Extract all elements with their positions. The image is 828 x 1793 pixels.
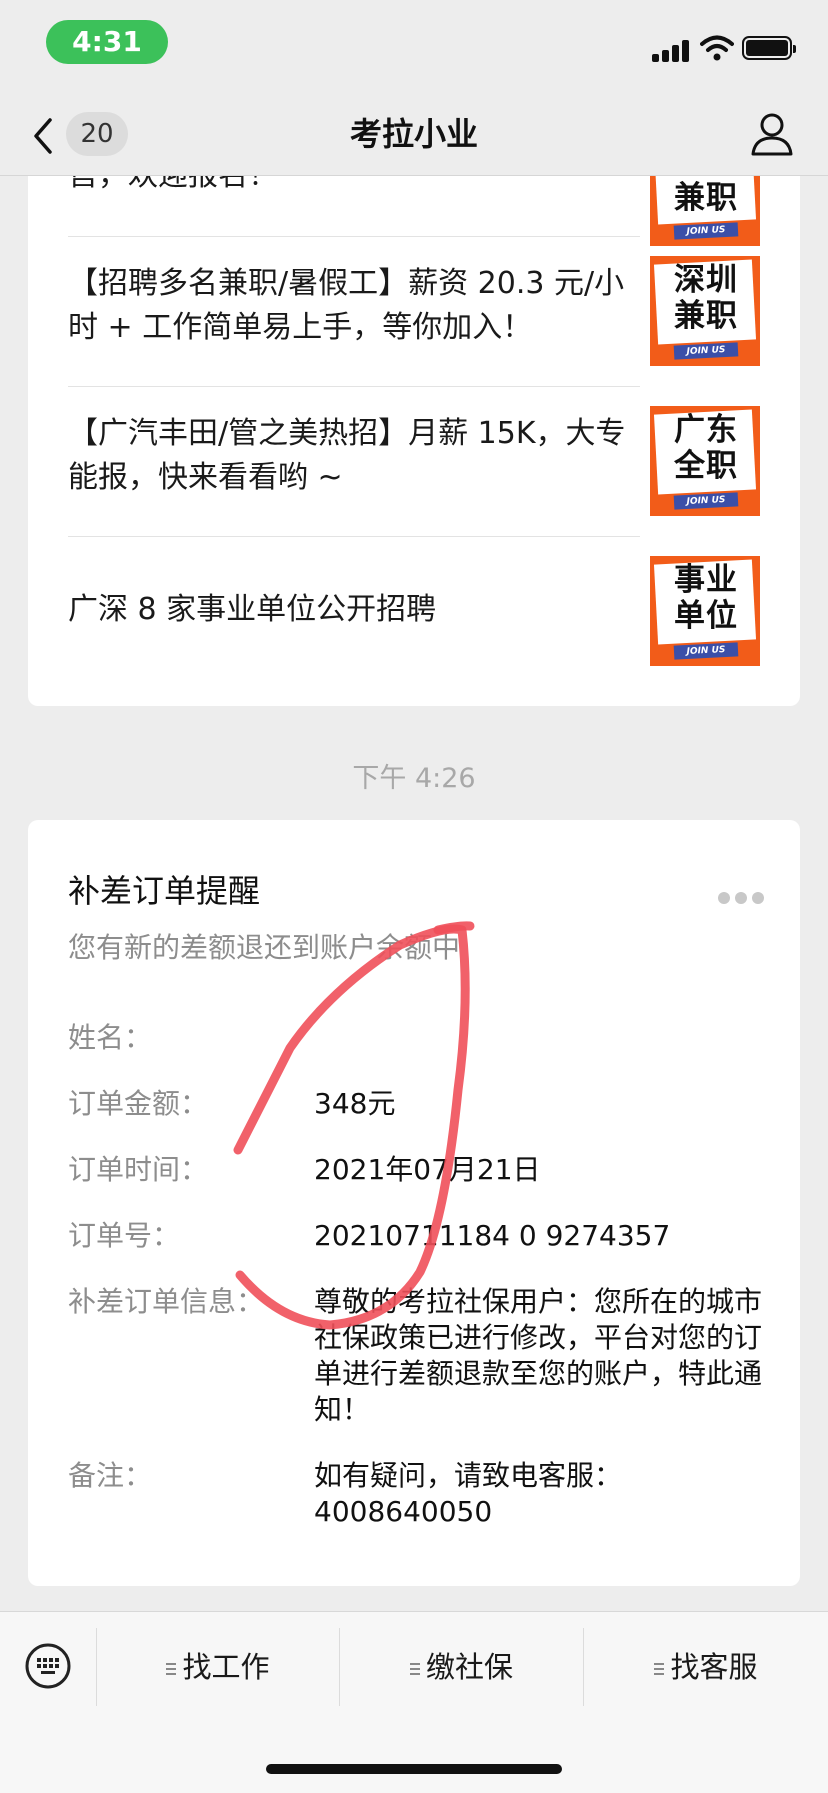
order-time-label: 订单时间： xyxy=(68,1153,209,1186)
menu-pay-social-security[interactable]: 缴社保 xyxy=(340,1612,583,1722)
order-number-value: 20210711184 0 9274357 xyxy=(314,1219,671,1252)
thumbnail-label: 兼职 xyxy=(674,180,738,216)
join-us-badge: JOIN US xyxy=(673,222,739,240)
menu-list-icon xyxy=(654,1663,665,1675)
thumbnail-label: 事业单位 xyxy=(674,562,738,634)
menu-find-job[interactable]: 找工作 xyxy=(97,1612,339,1722)
join-us-badge: JOIN US xyxy=(673,642,739,660)
article-title[interactable]: 广深 8 家事业单位公开招聘 xyxy=(68,588,640,632)
article-title[interactable]: 【招聘多名兼职/暑假工】薪资 20.3 元/小时 + 工作简单易上手，等你加入！ xyxy=(68,262,640,350)
notice-card[interactable]: 补差订单提醒 您有新的差额退还到账户余额中 姓名： 订单金额： 348元 订单时… xyxy=(28,820,800,1586)
status-bar: 4:31 xyxy=(0,0,828,96)
article-thumbnail[interactable]: 广东全职 JOIN US xyxy=(650,406,760,516)
home-indicator[interactable] xyxy=(266,1764,562,1774)
article-thumbnail[interactable]: 事业单位 JOIN US xyxy=(650,556,760,666)
order-amount-value: 348元 xyxy=(314,1087,396,1120)
menu-label: 找客服 xyxy=(670,1650,758,1684)
thumbnail-label: 深圳兼职 xyxy=(674,262,738,334)
message-timestamp: 下午 4:26 xyxy=(352,763,476,794)
profile-icon[interactable] xyxy=(748,110,796,158)
signal-icon xyxy=(652,36,692,62)
wifi-icon xyxy=(700,35,734,61)
menu-label: 找工作 xyxy=(182,1650,270,1684)
notice-subtitle: 您有新的差额退还到账户余额中 xyxy=(68,931,461,964)
menu-list-icon xyxy=(409,1663,420,1675)
divider xyxy=(68,386,640,387)
more-icon[interactable] xyxy=(718,892,764,906)
order-number-label: 订单号： xyxy=(68,1219,181,1252)
remark-value: 如有疑问，请致电客服：4008640050 xyxy=(314,1459,623,1528)
back-icon[interactable] xyxy=(28,114,58,158)
battery-icon xyxy=(742,36,796,60)
divider xyxy=(68,536,640,537)
join-us-badge: JOIN US xyxy=(673,342,739,360)
divider xyxy=(68,236,640,237)
remark-label: 备注： xyxy=(68,1459,153,1492)
order-amount-label: 订单金额： xyxy=(68,1087,209,1120)
menu-list-icon xyxy=(166,1663,177,1675)
unread-count-badge[interactable]: 20 xyxy=(66,112,128,156)
keyboard-icon[interactable] xyxy=(24,1642,72,1690)
order-info-value: 尊敬的考拉社保用户：您所在的城市社保政策已进行修改，平台对您的订单进行差额退款至… xyxy=(314,1285,763,1426)
menu-label: 缴社保 xyxy=(425,1650,513,1684)
nav-bar: 20 考拉小业 xyxy=(0,96,828,176)
name-label: 姓名： xyxy=(68,1021,153,1054)
article-thumbnail[interactable]: 深圳兼职 JOIN US xyxy=(650,256,760,366)
status-time: 4:31 xyxy=(46,20,168,64)
article-title[interactable]: 售，欢迎报名！ xyxy=(68,176,640,198)
order-info-label: 补差订单信息： xyxy=(68,1285,265,1318)
join-us-badge: JOIN US xyxy=(673,492,739,510)
article-thumbnail[interactable]: 兼职 JOIN US xyxy=(650,176,760,246)
menu-customer-service[interactable]: 找客服 xyxy=(584,1612,828,1722)
order-time-value: 2021年07月21日 xyxy=(314,1153,541,1186)
article-title[interactable]: 【广汽丰田/管之美热招】月薪 15K，大专能报，快来看看哟 ~ xyxy=(68,412,640,500)
thumbnail-label: 广东全职 xyxy=(674,412,738,484)
notice-title: 补差订单提醒 xyxy=(68,872,261,910)
article-list-card: 售，欢迎报名！ 兼职 JOIN US 【招聘多名兼职/暑假工】薪资 20.3 元… xyxy=(28,176,800,706)
